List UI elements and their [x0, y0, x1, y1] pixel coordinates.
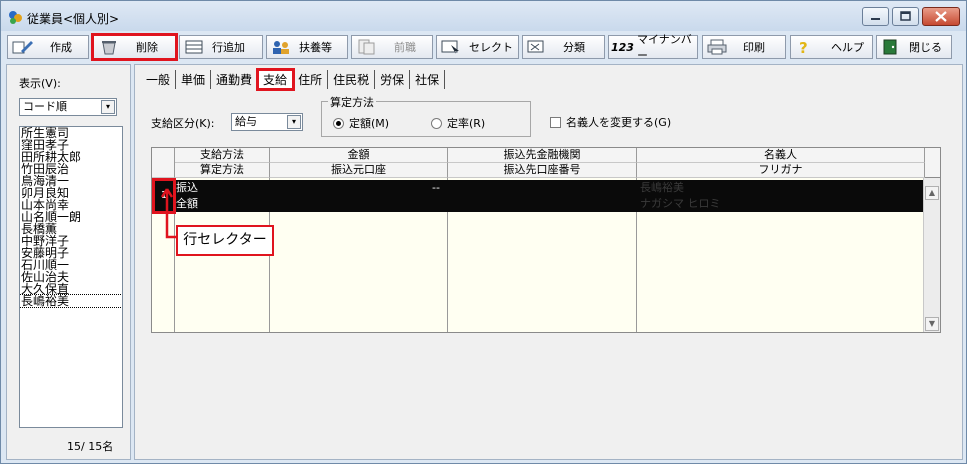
sort-order-select[interactable]: コード順 ▾ [19, 98, 117, 116]
fixed-amount-label: 定額(M) [349, 117, 390, 130]
close-label: 閉じる [909, 41, 942, 54]
dropdown-arrow-icon[interactable]: ▾ [101, 100, 115, 114]
scroll-up-icon[interactable]: ▲ [925, 186, 939, 200]
header-holder: 名義人 [637, 148, 925, 163]
grid-corner [152, 148, 175, 178]
print-label: 印刷 [743, 41, 765, 54]
maximize-button[interactable] [892, 7, 919, 26]
prev-job-label: 前職 [394, 41, 416, 54]
trash-icon [102, 41, 116, 55]
select-icon [441, 40, 459, 54]
add-row-button[interactable]: 行追加 [179, 35, 263, 59]
header-furigana: フリガナ [637, 163, 925, 178]
minimize-button[interactable] [862, 7, 889, 26]
display-label: 表示(V): [19, 77, 61, 90]
change-holder-checkbox[interactable]: 名義人を変更する(G) [550, 114, 671, 130]
pay-category-select[interactable]: 給与 ▾ [231, 113, 303, 131]
grid-header: 支給方法 金額 振込先金融機関 名義人 算定方法 振込元口座 振込先口座番号 フ… [152, 148, 940, 178]
calc-method-title: 算定方法 [328, 94, 376, 110]
close-icon [935, 11, 947, 22]
header-source-account: 振込元口座 [270, 163, 448, 178]
mynumber-button[interactable]: 123 マイナンバー [608, 33, 698, 62]
toolbar: 作成 削除 行追加 扶養等 前職 セレクト 分類 123 マイナンバー 印刷 ?… [5, 33, 965, 62]
table-row[interactable]: 全額 ナガシマ ヒロミ [174, 196, 924, 212]
create-label: 作成 [50, 41, 72, 54]
people-icon [273, 41, 289, 54]
close-button[interactable]: 閉じる [876, 35, 952, 59]
split-icon [527, 40, 544, 53]
tab-2[interactable]: 単価 [176, 70, 212, 89]
create-button[interactable]: 作成 [7, 35, 89, 59]
header-pay-method: 支給方法 [175, 148, 270, 163]
pencil-icon [12, 41, 33, 54]
row-selector-callout: 行セレクター [176, 225, 274, 256]
tab-8[interactable]: 社保 [410, 70, 446, 89]
select-button[interactable]: セレクト [436, 35, 519, 59]
cell-furigana[interactable]: ナガシマ ヒロミ [640, 196, 721, 211]
fixed-rate-radio[interactable]: 定率(R) [431, 115, 485, 131]
split-label: 分類 [563, 41, 585, 54]
change-holder-label: 名義人を変更する(G) [566, 116, 672, 129]
cell-holder[interactable]: 長嶋裕美 [640, 180, 684, 195]
scroll-down-icon[interactable]: ▼ [925, 317, 939, 331]
delete-label: 削除 [136, 41, 158, 54]
help-label: ヘルプ [831, 41, 864, 54]
help-button[interactable]: ? ヘルプ [790, 35, 873, 59]
tab-6[interactable]: 住民税 [328, 70, 376, 89]
printer-icon [707, 39, 727, 55]
minimize-icon [871, 18, 880, 20]
header-calc-method: 算定方法 [175, 163, 270, 178]
header-dest-account: 振込先口座番号 [448, 163, 637, 178]
main-panel: 一般 単価 通勤費 支給 住所 住民税 労保 社保 支給区分(K): 給与 ▾ 算定方法 定額… [134, 64, 963, 460]
pay-category-label: 支給区分(K): [151, 117, 215, 130]
fixed-rate-label: 定率(R) [447, 117, 486, 130]
employee-listbox[interactable]: 所生憲司 窪田孝子 田所耕太郎 竹田辰治 鳥海清一 卯月良知 山本尚幸 山名順一朗 長橋薫 中野洋… [19, 126, 123, 428]
header-bank: 振込先金融機関 [448, 148, 637, 163]
fixed-amount-radio[interactable]: 定額(M) [333, 115, 389, 131]
radio-selected-icon [333, 117, 344, 129]
tab-4[interactable]: 支給 [256, 68, 296, 91]
select-label: セレクト [469, 41, 513, 54]
cell-amount[interactable]: -- [432, 180, 440, 195]
mynumber-label: マイナンバー [636, 33, 692, 62]
help-icon: ? [799, 39, 808, 55]
pay-category-value: 給与 [235, 115, 257, 128]
app-icon [9, 11, 22, 24]
tab-1[interactable]: 一般 [141, 70, 177, 89]
tab-3[interactable]: 通勤費 [211, 70, 259, 89]
window-title: 従業員<個人別> [27, 12, 120, 26]
radio-unselected-icon [431, 117, 442, 129]
maximize-icon [900, 11, 911, 21]
exit-door-icon [883, 39, 897, 55]
dependents-label: 扶養等 [299, 41, 332, 54]
svg-text:?: ? [799, 39, 808, 55]
dependents-button[interactable]: 扶養等 [266, 35, 348, 59]
checkbox-icon [550, 116, 561, 128]
mynumber-icon: 123 [611, 40, 634, 54]
title-bar: 従業員<個人別> [1, 1, 966, 31]
table-row[interactable]: 振込 -- 長嶋裕美 [174, 180, 924, 196]
add-row-icon [185, 40, 203, 54]
document-icon [358, 39, 375, 55]
tab-7[interactable]: 労保 [375, 70, 411, 89]
employee-count: 15/ 15名 [67, 440, 114, 453]
header-amount: 金額 [270, 148, 448, 163]
close-window-button[interactable] [922, 7, 960, 26]
calc-method-group: 算定方法 定額(M) 定率(R) [321, 94, 531, 137]
print-button[interactable]: 印刷 [702, 35, 786, 59]
delete-button[interactable]: 削除 [91, 33, 178, 61]
employee-list-panel: 表示(V): コード順 ▾ 所生憲司 窪田孝子 田所耕太郎 竹田辰治 鳥海清一 卯月良知山… [6, 64, 131, 460]
prev-job-button[interactable]: 前職 [351, 35, 433, 59]
employee-window: 従業員<個人別> 作成 削除 行追加 扶養等 前職 セレクト 分類 123 マイ… [0, 0, 967, 464]
tab-5[interactable]: 住所 [293, 70, 329, 89]
list-item[interactable]: 長嶋裕美 [20, 294, 122, 308]
vertical-scrollbar[interactable]: ▲ ▼ [923, 178, 940, 332]
dropdown-arrow-icon[interactable]: ▾ [287, 115, 301, 129]
add-row-label: 行追加 [212, 41, 245, 54]
tab-strip: 一般 単価 通勤費 支給 住所 住民税 労保 社保 [141, 68, 446, 91]
split-button[interactable]: 分類 [522, 35, 605, 59]
sort-order-value: コード順 [23, 100, 67, 113]
